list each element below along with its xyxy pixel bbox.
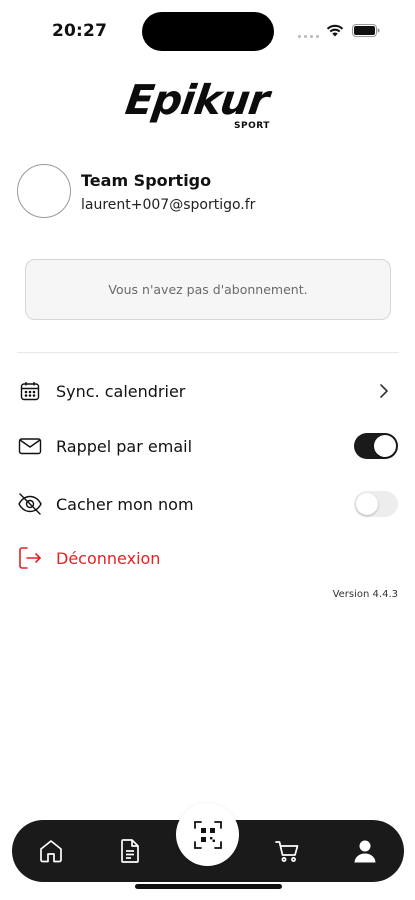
eye-off-icon: [16, 490, 44, 518]
avatar[interactable]: [17, 164, 71, 218]
calendar-sync-label: Sync. calendrier: [56, 381, 186, 401]
hide-name-toggle[interactable]: [354, 491, 398, 517]
logout-icon: [16, 544, 44, 572]
calendar-icon: [16, 377, 44, 405]
calendar-sync-row[interactable]: Sync. calendrier: [16, 371, 398, 411]
email-reminder-toggle[interactable]: [354, 433, 398, 459]
cart-icon: [275, 841, 299, 862]
profile-email: laurent+007@sportigo.fr: [81, 197, 256, 213]
hide-name-label: Cacher mon nom: [56, 494, 194, 514]
wifi-icon: [326, 24, 344, 37]
logout-row[interactable]: Déconnexion: [16, 538, 398, 578]
tab-cart[interactable]: [272, 836, 302, 866]
divider: [17, 352, 399, 353]
profile-header: Team Sportigo laurent+007@sportigo.fr: [17, 164, 397, 218]
app-version: Version 4.4.3: [332, 589, 398, 600]
profile-name: Team Sportigo: [81, 171, 212, 190]
hide-name-row: Cacher mon nom: [16, 484, 398, 524]
home-icon: [40, 840, 62, 863]
profile-icon: [354, 840, 376, 863]
subscription-status-box: Vous n'avez pas d'abonnement.: [25, 259, 391, 320]
email-reminder-label: Rappel par email: [56, 436, 193, 456]
tab-home[interactable]: [36, 836, 66, 866]
status-time: 20:27: [52, 21, 108, 41]
mail-icon: [16, 432, 44, 460]
qr-scan-icon: [193, 820, 222, 849]
subscription-message: Vous n'avez pas d'abonnement.: [108, 282, 308, 297]
chevron-right-icon: [370, 377, 398, 405]
epikur-logo: Epikur SPORT: [122, 76, 272, 131]
signal-icon: [298, 35, 319, 38]
document-icon: [121, 839, 139, 863]
status-bar: 20:27: [0, 0, 415, 60]
email-reminder-row: Rappel par email: [16, 426, 398, 466]
home-indicator: [135, 884, 282, 889]
logout-label: Déconnexion: [56, 548, 161, 568]
scan-button[interactable]: [176, 803, 239, 866]
battery-icon: [352, 24, 380, 37]
toggle-knob: [374, 435, 396, 457]
toggle-knob: [356, 493, 378, 515]
dynamic-island: [142, 12, 274, 51]
tab-documents[interactable]: [115, 836, 145, 866]
tab-profile[interactable]: [350, 836, 380, 866]
